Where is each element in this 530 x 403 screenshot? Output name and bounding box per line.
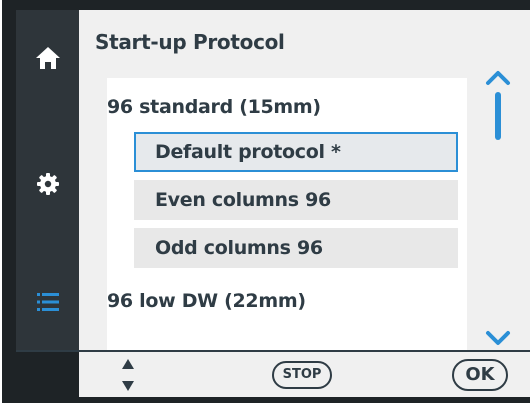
nav-item-list[interactable] — [16, 272, 79, 332]
protocol-item-default[interactable]: Default protocol * — [134, 132, 458, 172]
nav-item-settings[interactable] — [16, 154, 79, 214]
device-frame: Start-up Protocol 96 standard (15mm) Def… — [2, 0, 530, 403]
nav-item-home[interactable] — [16, 28, 79, 88]
scrollbar[interactable] — [481, 66, 515, 350]
group-header-96-low-dw[interactable]: 96 low DW (22mm) — [107, 290, 306, 312]
scroll-thumb[interactable] — [495, 92, 501, 140]
gear-icon — [36, 173, 59, 195]
home-icon — [35, 47, 60, 69]
protocol-item-odd-columns[interactable]: Odd columns 96 — [134, 228, 458, 268]
bottom-bar: STOP OK — [16, 350, 530, 397]
list-icon — [36, 293, 59, 311]
ok-button[interactable]: OK — [452, 359, 508, 391]
bottom-left-strip — [16, 352, 79, 397]
scroll-up-button[interactable] — [481, 66, 515, 90]
content-area: Start-up Protocol 96 standard (15mm) Def… — [79, 10, 530, 350]
group-header-96-standard[interactable]: 96 standard (15mm) — [107, 96, 321, 118]
page-title: Start-up Protocol — [95, 30, 285, 54]
chevron-down-icon — [486, 331, 510, 345]
screen: Start-up Protocol 96 standard (15mm) Def… — [16, 10, 530, 397]
stop-button[interactable]: STOP — [272, 361, 332, 389]
nav-rail — [16, 10, 79, 350]
chevron-up-icon — [486, 71, 510, 85]
up-down-arrows-icon[interactable] — [121, 358, 135, 396]
protocol-item-even-columns[interactable]: Even columns 96 — [134, 180, 458, 220]
scroll-down-button[interactable] — [481, 326, 515, 350]
